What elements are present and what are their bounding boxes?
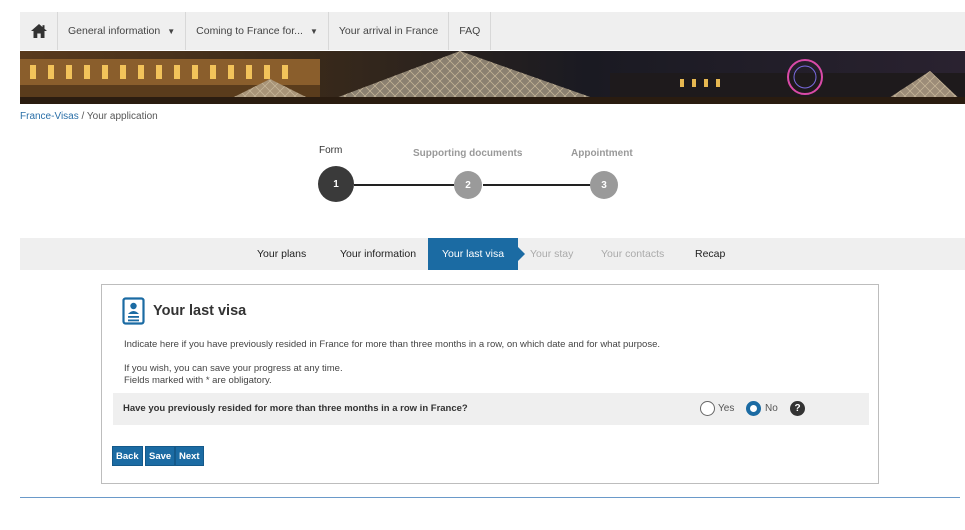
tab-your-plans[interactable]: Your plans — [257, 238, 306, 270]
step-circle-1: 1 — [318, 166, 354, 202]
form-section-tabs: Your plans Your information Your last vi… — [20, 238, 965, 270]
header-banner-image — [20, 51, 965, 104]
caret-down-icon: ▼ — [167, 26, 176, 36]
last-visa-form-card: Your last visa Indicate here if you have… — [101, 284, 879, 484]
breadcrumb-current: Your application — [86, 111, 158, 122]
intro-text: Indicate here if you have previously res… — [124, 339, 660, 350]
breadcrumb: France-Visas / Your application — [20, 111, 158, 122]
nav-arrival-in-france[interactable]: Your arrival in France — [329, 12, 450, 50]
step-label-form: Form — [319, 145, 343, 156]
tab-recap[interactable]: Recap — [695, 238, 725, 270]
radio-no-label[interactable]: No — [765, 403, 778, 414]
card-title: Your last visa — [153, 303, 247, 319]
top-navigation: General information ▼ Coming to France f… — [20, 12, 965, 50]
home-button[interactable] — [20, 12, 58, 50]
id-card-icon — [122, 297, 145, 325]
nav-item-label: Coming to France for... — [196, 25, 303, 37]
nav-item-label: General information — [68, 25, 161, 37]
footer-divider — [20, 497, 960, 498]
step-circle-2: 2 — [454, 171, 482, 199]
back-button[interactable]: Back — [112, 446, 143, 466]
step-label-supporting-documents: Supporting documents — [413, 148, 523, 159]
nav-general-information[interactable]: General information ▼ — [58, 12, 187, 50]
step-connector — [483, 184, 591, 186]
save-button[interactable]: Save — [145, 446, 176, 466]
caret-down-icon: ▼ — [309, 26, 318, 36]
tab-your-last-visa[interactable]: Your last visa — [428, 238, 526, 270]
breadcrumb-link-home[interactable]: France-Visas — [20, 111, 79, 122]
question-circle-icon[interactable]: ? — [790, 401, 805, 416]
card-header: Your last visa — [122, 297, 246, 325]
radio-no[interactable] — [746, 401, 761, 416]
save-progress-note: If you wish, you can save your progress … — [124, 363, 343, 374]
required-fields-note: Fields marked with * are obligatory. — [124, 375, 272, 386]
previous-residence-question-row: Have you previously resided for more tha… — [113, 393, 869, 425]
question-label: Have you previously resided for more tha… — [123, 403, 468, 414]
tab-your-information[interactable]: Your information — [340, 238, 416, 270]
radio-yes-label[interactable]: Yes — [718, 403, 734, 414]
home-icon — [30, 24, 47, 38]
tab-your-stay: Your stay — [530, 248, 574, 260]
nav-item-label: FAQ — [459, 25, 481, 37]
step-label-appointment: Appointment — [571, 148, 633, 159]
breadcrumb-separator: / — [81, 111, 85, 122]
nav-coming-to-france[interactable]: Coming to France for... ▼ — [186, 12, 329, 50]
step-connector — [354, 184, 454, 186]
step-circle-3: 3 — [590, 171, 618, 199]
next-button[interactable]: Next — [175, 446, 204, 466]
tab-your-contacts: Your contacts — [601, 248, 665, 260]
radio-yes[interactable] — [700, 401, 715, 416]
nav-faq[interactable]: FAQ — [449, 12, 492, 50]
nav-item-label: Your arrival in France — [338, 25, 439, 37]
